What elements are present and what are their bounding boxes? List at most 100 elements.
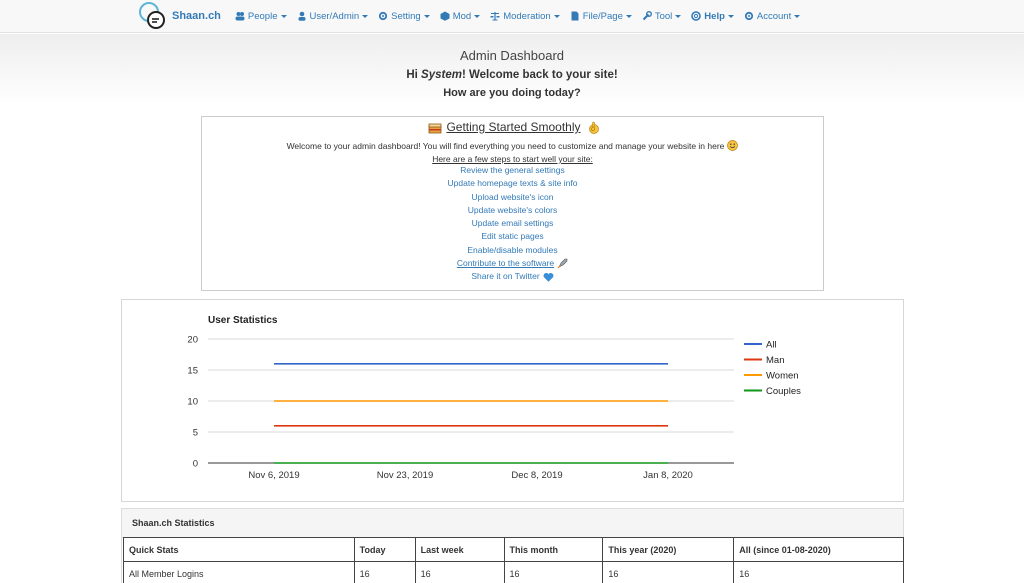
y-tick-label: 15 (187, 366, 198, 377)
table-cell: 16 (353, 561, 416, 583)
step-link[interactable]: Share it on Twitter (202, 270, 823, 283)
nav-item-help[interactable]: Help (691, 11, 734, 22)
step-link[interactable]: Edit static pages (202, 230, 823, 243)
wrench-icon (642, 11, 652, 21)
cube-icon (440, 11, 450, 21)
legend-label: Women (766, 371, 799, 382)
brand-name: Shaan.ch (172, 10, 221, 22)
table-cell: 16 (503, 561, 604, 583)
caret-down-icon (423, 14, 430, 18)
nav-item-setting[interactable]: Setting (378, 11, 430, 22)
step-link-label: Contribute to the software (456, 258, 555, 269)
nav-item-label: File/Page (582, 10, 623, 22)
y-tick-label: 10 (187, 397, 198, 408)
user-statistics-chart: User Statistics 0 5 10 15 20 Nov 6, 2019 Nov 23… (187, 315, 801, 481)
nav-item-file-page[interactable]: File/Page (570, 11, 632, 22)
greeting-prefix: Hi (406, 69, 422, 81)
chat-bubble-logo-icon (139, 2, 165, 29)
site-statistics-title: Shaan.ch Statistics (122, 509, 903, 538)
table-header-row: Quick Stats Today Last week This month This … (123, 537, 904, 562)
table-cell: 16 (733, 561, 904, 583)
caret-down-icon (727, 14, 734, 18)
nav-item-label: Mod (452, 10, 472, 22)
step-link[interactable]: Update email settings (202, 217, 823, 230)
y-tick-label: 5 (193, 428, 198, 439)
cogs-icon (744, 11, 753, 21)
dashboard-header: Admin Dashboard Hi System! Welcome back … (0, 34, 1024, 106)
welcome-greeting: Hi System! Welcome back to your site! (0, 69, 1024, 81)
nav-item-mod[interactable]: Mod (440, 10, 481, 22)
getting-started-intro: Welcome to your admin dashboard! You wil… (202, 140, 823, 151)
nav-item-account[interactable]: Account (744, 10, 801, 22)
step-link[interactable]: Enable/disable modules (202, 244, 823, 257)
x-tick-label: Jan 8, 2020 (643, 470, 693, 481)
intro-text: Welcome to your admin dashboard! You wil… (286, 140, 725, 151)
greeting-username: System (421, 69, 462, 81)
x-tick-label: Dec 8, 2019 (511, 470, 562, 481)
step-link-label: Review the general settings (460, 165, 565, 175)
nav-item-label: Moderation (503, 10, 551, 22)
getting-started-title: Getting Started Smoothly (202, 120, 823, 134)
legend-label: Couples (766, 386, 801, 397)
file-icon (571, 11, 579, 21)
top-navbar: Shaan.ch People User/Admin Setting Mod Moder… (0, 0, 1024, 33)
nav-item-label: User/Admin (309, 10, 360, 22)
caret-down-icon (625, 14, 632, 18)
nav-item-tool[interactable]: Tool (642, 11, 682, 22)
legend-label: Man (766, 355, 784, 366)
y-tick-label: 0 (193, 459, 198, 470)
site-statistics-panel: Shaan.ch Statistics Quick Stats Today Last… (121, 508, 904, 583)
lifebuoy-icon (691, 11, 702, 21)
caret-down-icon (362, 14, 369, 18)
nav-item-moderation[interactable]: Moderation (490, 11, 560, 22)
blue-heart-icon (543, 272, 554, 282)
table-cell: 16 (602, 561, 735, 583)
getting-started-heading[interactable]: Getting Started Smoothly (446, 120, 580, 134)
users-icon (235, 12, 245, 21)
caret-down-icon (553, 14, 560, 18)
welcome-question: How are you doing today? (443, 87, 581, 99)
brand-link[interactable]: Shaan.ch (138, 0, 221, 33)
column-header: This year (2020) (602, 537, 735, 562)
cake-icon (429, 123, 442, 133)
step-link[interactable]: Update website's colors (202, 204, 823, 217)
step-link[interactable]: Update homepage texts & site info (202, 177, 823, 190)
column-header: All (since 01-08-2020) (733, 537, 904, 562)
steps-heading: Here are a few steps to start well your … (432, 154, 593, 164)
table-row: All Member Logins 16 16 16 16 16 (123, 561, 904, 583)
step-link-label: Update email settings (471, 218, 554, 229)
column-header: Today (353, 537, 416, 562)
step-link-label: Update website's colors (467, 204, 558, 215)
x-tick-label: Nov 6, 2019 (248, 470, 299, 481)
nav-item-user-admin[interactable]: User/Admin (297, 11, 369, 22)
table-cell: All Member Logins (123, 561, 355, 583)
column-header: Quick Stats (123, 537, 355, 562)
nav-item-label: Help (704, 10, 725, 22)
user-icon (298, 11, 305, 21)
steps-list: Review the general settings Update homepa… (202, 164, 823, 284)
legend-label: All (766, 340, 777, 351)
caret-down-icon (280, 14, 287, 18)
step-link[interactable]: Contribute to the software (202, 257, 823, 270)
step-link[interactable]: Upload website's icon (202, 191, 823, 204)
caret-down-icon (675, 14, 682, 18)
table-cell: 16 (414, 561, 505, 583)
quick-stats-table: Quick Stats Today Last week This month This … (123, 537, 904, 583)
y-tick-label: 20 (187, 335, 198, 346)
nav-item-label: Setting (391, 10, 421, 22)
nav-item-label: Account (756, 10, 792, 22)
x-tick-label: Nov 23, 2019 (377, 470, 434, 481)
balance-icon (490, 12, 500, 21)
user-statistics-panel: User Statistics 0 5 10 15 20 Nov 6, 2019 Nov 23… (121, 299, 904, 502)
step-link-label: Enable/disable modules (467, 244, 558, 255)
step-link-label: Update homepage texts & site info (447, 178, 578, 189)
smiley-icon (727, 140, 739, 151)
greeting-suffix: ! Welcome back to your site! (461, 69, 618, 81)
step-link-label: Share it on Twitter (471, 271, 540, 282)
nav-item-people[interactable]: People (235, 11, 287, 22)
gear-icon (379, 11, 388, 21)
step-link[interactable]: Review the general settings (202, 164, 823, 177)
rocket-icon (557, 258, 568, 269)
ok-hand-icon (588, 121, 599, 134)
column-header: This month (503, 537, 604, 562)
